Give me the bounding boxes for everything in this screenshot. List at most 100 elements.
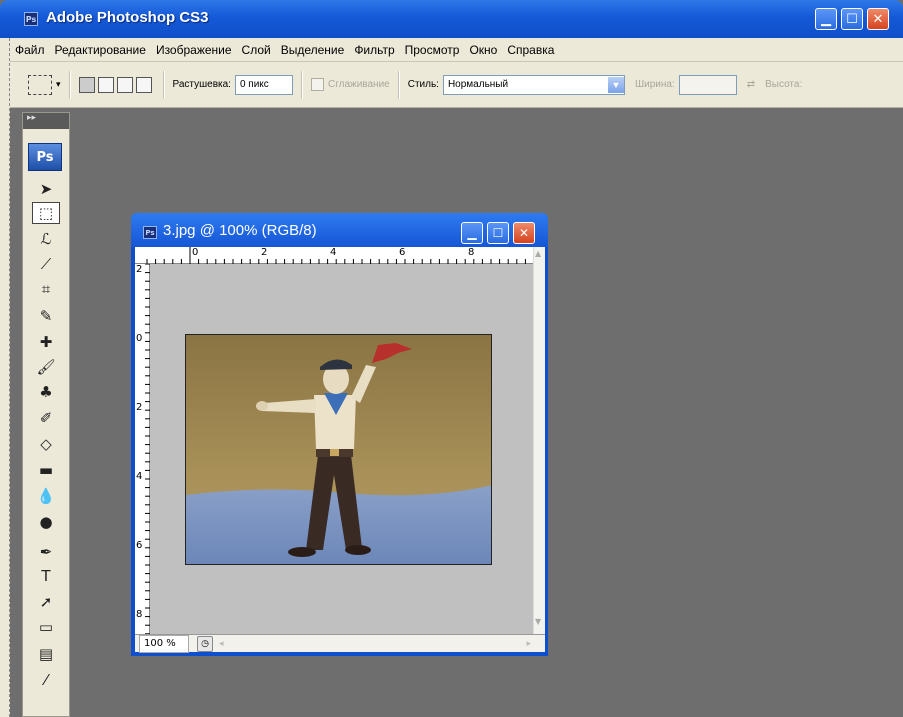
- width-label: Ширина:: [634, 79, 675, 90]
- vertical-scrollbar[interactable]: ▲ ▼: [533, 247, 545, 634]
- scroll-right-icon[interactable]: ▸: [526, 639, 531, 649]
- intersect-selection-icon[interactable]: [135, 76, 152, 93]
- menu-file[interactable]: Файл: [10, 43, 50, 57]
- menu-help[interactable]: Справка: [502, 43, 559, 57]
- ruler-label: 6: [136, 540, 143, 551]
- ruler-label: 8: [468, 247, 475, 258]
- document-title-bar[interactable]: Ps 3.jpg @ 100% (RGB/8) ▁ ☐ ✕: [131, 213, 548, 247]
- ruler-ticks: [145, 264, 150, 634]
- marquee-preset-icon[interactable]: [28, 74, 52, 95]
- new-selection-icon[interactable]: [78, 76, 95, 93]
- gradient-tool-icon[interactable]: ▬: [32, 459, 60, 481]
- title-bar[interactable]: Ps Adobe Photoshop CS3 ▁ ☐ ✕: [0, 0, 903, 38]
- ruler-label: 0: [136, 333, 143, 344]
- menu-filter[interactable]: Фильтр: [349, 43, 399, 57]
- feather-label: Растушевка:: [172, 79, 231, 90]
- antialias-checkbox[interactable]: [310, 78, 324, 91]
- clone-stamp-tool-icon[interactable]: ♣: [32, 381, 60, 403]
- height-label: Высота:: [765, 79, 803, 90]
- left-frame-edge: [0, 38, 10, 717]
- ruler-label: 2: [136, 264, 143, 275]
- maximize-icon: ☐: [846, 11, 858, 27]
- antialias-label: Сглаживание: [327, 79, 390, 90]
- divider: [68, 70, 71, 99]
- doc-close-button[interactable]: ✕: [513, 222, 535, 244]
- path-selection-tool-icon[interactable]: ➚: [32, 591, 60, 613]
- chevron-down-icon[interactable]: ▼: [607, 76, 624, 93]
- magic-wand-tool-icon[interactable]: ⟋: [32, 253, 60, 275]
- scroll-up-icon[interactable]: ▲: [535, 249, 541, 258]
- slice-tool-icon[interactable]: ✎: [32, 305, 60, 327]
- menu-view[interactable]: Просмотр: [400, 43, 465, 57]
- photo-canvas[interactable]: [185, 334, 492, 565]
- scroll-down-icon[interactable]: ▼: [535, 617, 541, 626]
- document-window: Ps 3.jpg @ 100% (RGB/8) ▁ ☐ ✕ 0 2 4 6 8 …: [131, 213, 548, 656]
- style-value: Нормальный: [447, 79, 509, 90]
- menubar: Файл Редактирование Изображение Слой Выд…: [10, 38, 903, 62]
- options-bar: ▾ Растушевка: 0 пикс Сглаживание Стиль: …: [10, 62, 903, 108]
- ruler-label: 6: [399, 247, 406, 258]
- lasso-tool-icon[interactable]: ℒ: [32, 228, 60, 250]
- ruler-label: 2: [261, 247, 268, 258]
- tools-panel: ▸▸ Ps ➤ ⬚ ℒ ⟋ ⌗ ✎ ✚ 🖌 ♣ ✐ ◇ ▬ 💧 ● ✒ T ➚ ▭ ▤ ⁄: [22, 112, 70, 717]
- move-tool-icon[interactable]: ➤: [32, 178, 60, 200]
- doc-maximize-button[interactable]: ☐: [487, 222, 509, 244]
- status-bar: 100 % ◷ ◂ ▸: [135, 634, 545, 653]
- ruler-label: 4: [330, 247, 337, 258]
- add-selection-icon[interactable]: [97, 76, 114, 93]
- notes-tool-icon[interactable]: ▤: [32, 643, 60, 665]
- ruler-top[interactable]: 0 2 4 6 8: [135, 247, 533, 264]
- swap-icon[interactable]: ⇄: [747, 79, 755, 90]
- maximize-icon: ☐: [492, 226, 504, 240]
- minimize-button[interactable]: ▁: [815, 8, 837, 30]
- doc-minimize-button[interactable]: ▁: [461, 222, 483, 244]
- divider: [300, 70, 303, 99]
- document-canvas-area[interactable]: 0 2 4 6 8 2 0 2 4 6 8 ▲ ▼ 100 % ◷ ◂ ▸: [135, 247, 545, 653]
- width-input[interactable]: [678, 74, 737, 95]
- ruler-label: 8: [136, 609, 143, 620]
- style-select[interactable]: Нормальный ▼: [442, 74, 625, 95]
- healing-brush-tool-icon[interactable]: ✚: [32, 331, 60, 353]
- brush-tool-icon[interactable]: 🖌: [32, 356, 60, 378]
- crop-tool-icon[interactable]: ⌗: [32, 278, 60, 300]
- status-info-icon[interactable]: ◷: [197, 635, 213, 652]
- pen-tool-icon[interactable]: ✒: [32, 541, 60, 563]
- type-tool-icon[interactable]: T: [32, 565, 60, 587]
- eyedropper-tool-icon[interactable]: ⁄: [32, 669, 60, 691]
- close-icon: ✕: [872, 11, 884, 27]
- menu-layer[interactable]: Слой: [237, 43, 276, 57]
- photoshop-logo[interactable]: Ps: [28, 143, 62, 171]
- collapse-icon[interactable]: ▸▸: [23, 113, 69, 129]
- photoshop-icon: Ps: [24, 12, 38, 26]
- preset-dropdown-arrow-icon[interactable]: ▾: [56, 79, 61, 90]
- feather-input[interactable]: 0 пикс: [234, 74, 293, 95]
- style-label: Стиль:: [407, 79, 439, 90]
- divider: [397, 70, 400, 99]
- history-brush-tool-icon[interactable]: ✐: [32, 407, 60, 429]
- scroll-left-icon[interactable]: ◂: [219, 639, 224, 649]
- close-button[interactable]: ✕: [867, 8, 889, 30]
- zoom-field[interactable]: 100 %: [139, 634, 189, 653]
- eraser-tool-icon[interactable]: ◇: [32, 433, 60, 455]
- menu-image[interactable]: Изображение: [151, 43, 237, 57]
- minimize-icon: ▁: [467, 226, 477, 240]
- subtract-selection-icon[interactable]: [116, 76, 133, 93]
- ruler-left[interactable]: 2 0 2 4 6 8: [135, 264, 150, 634]
- dodge-tool-icon[interactable]: ●: [32, 511, 60, 533]
- ruler-label: 4: [136, 471, 143, 482]
- photoshop-icon: Ps: [143, 226, 157, 239]
- marquee-tool-icon[interactable]: ⬚: [32, 202, 60, 224]
- maximize-button[interactable]: ☐: [841, 8, 863, 30]
- blur-tool-icon[interactable]: 💧: [32, 485, 60, 507]
- menu-select[interactable]: Выделение: [276, 43, 350, 57]
- ruler-label: 2: [136, 402, 143, 413]
- menu-window[interactable]: Окно: [464, 43, 502, 57]
- close-icon: ✕: [518, 226, 530, 240]
- divider: [162, 70, 165, 99]
- minimize-icon: ▁: [821, 11, 831, 27]
- rectangle-tool-icon[interactable]: ▭: [32, 616, 60, 638]
- document-title: 3.jpg @ 100% (RGB/8): [163, 222, 317, 239]
- ruler-label: 0: [192, 247, 199, 258]
- menu-edit[interactable]: Редактирование: [50, 43, 151, 57]
- sailor-figurine-photo: [186, 335, 491, 564]
